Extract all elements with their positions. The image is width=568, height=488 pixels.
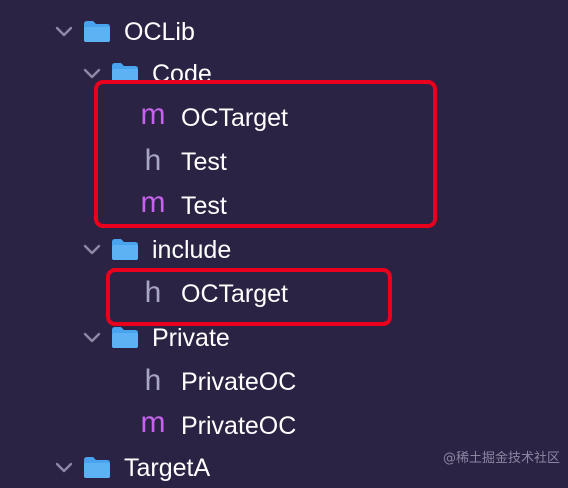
folder-icon bbox=[84, 21, 110, 42]
tree-row-file[interactable]: m PrivateOC bbox=[0, 406, 568, 446]
tree-row-private[interactable]: Private bbox=[0, 318, 568, 358]
chevron-down-icon[interactable] bbox=[55, 461, 73, 475]
chevron-down-icon[interactable] bbox=[83, 67, 101, 81]
folder-icon bbox=[84, 457, 110, 478]
tree-item-label: OCLib bbox=[124, 18, 195, 46]
chevron-down-icon[interactable] bbox=[83, 243, 101, 257]
tree-row-file[interactable]: h PrivateOC bbox=[0, 362, 568, 402]
tree-row-oclib[interactable]: OCLib bbox=[0, 12, 568, 52]
objc-source-icon: m bbox=[140, 406, 166, 439]
chevron-down-icon[interactable] bbox=[83, 331, 101, 345]
tree-item-label: include bbox=[152, 236, 232, 264]
header-file-icon: h bbox=[144, 364, 162, 397]
tree-item-label: PrivateOC bbox=[181, 368, 297, 396]
chevron-down-icon[interactable] bbox=[57, 0, 75, 2]
folder-icon bbox=[112, 239, 138, 260]
tree-item-label: TargetA bbox=[124, 454, 211, 482]
highlight-box bbox=[94, 80, 437, 228]
watermark: @稀土掘金技术社区 bbox=[442, 451, 560, 466]
tree-item-label: PrivateOC bbox=[181, 412, 297, 440]
tree-row-include[interactable]: include bbox=[0, 230, 568, 270]
tree-item-label: Private bbox=[152, 324, 230, 352]
folder-icon bbox=[112, 327, 138, 348]
chevron-down-icon[interactable] bbox=[55, 25, 73, 39]
